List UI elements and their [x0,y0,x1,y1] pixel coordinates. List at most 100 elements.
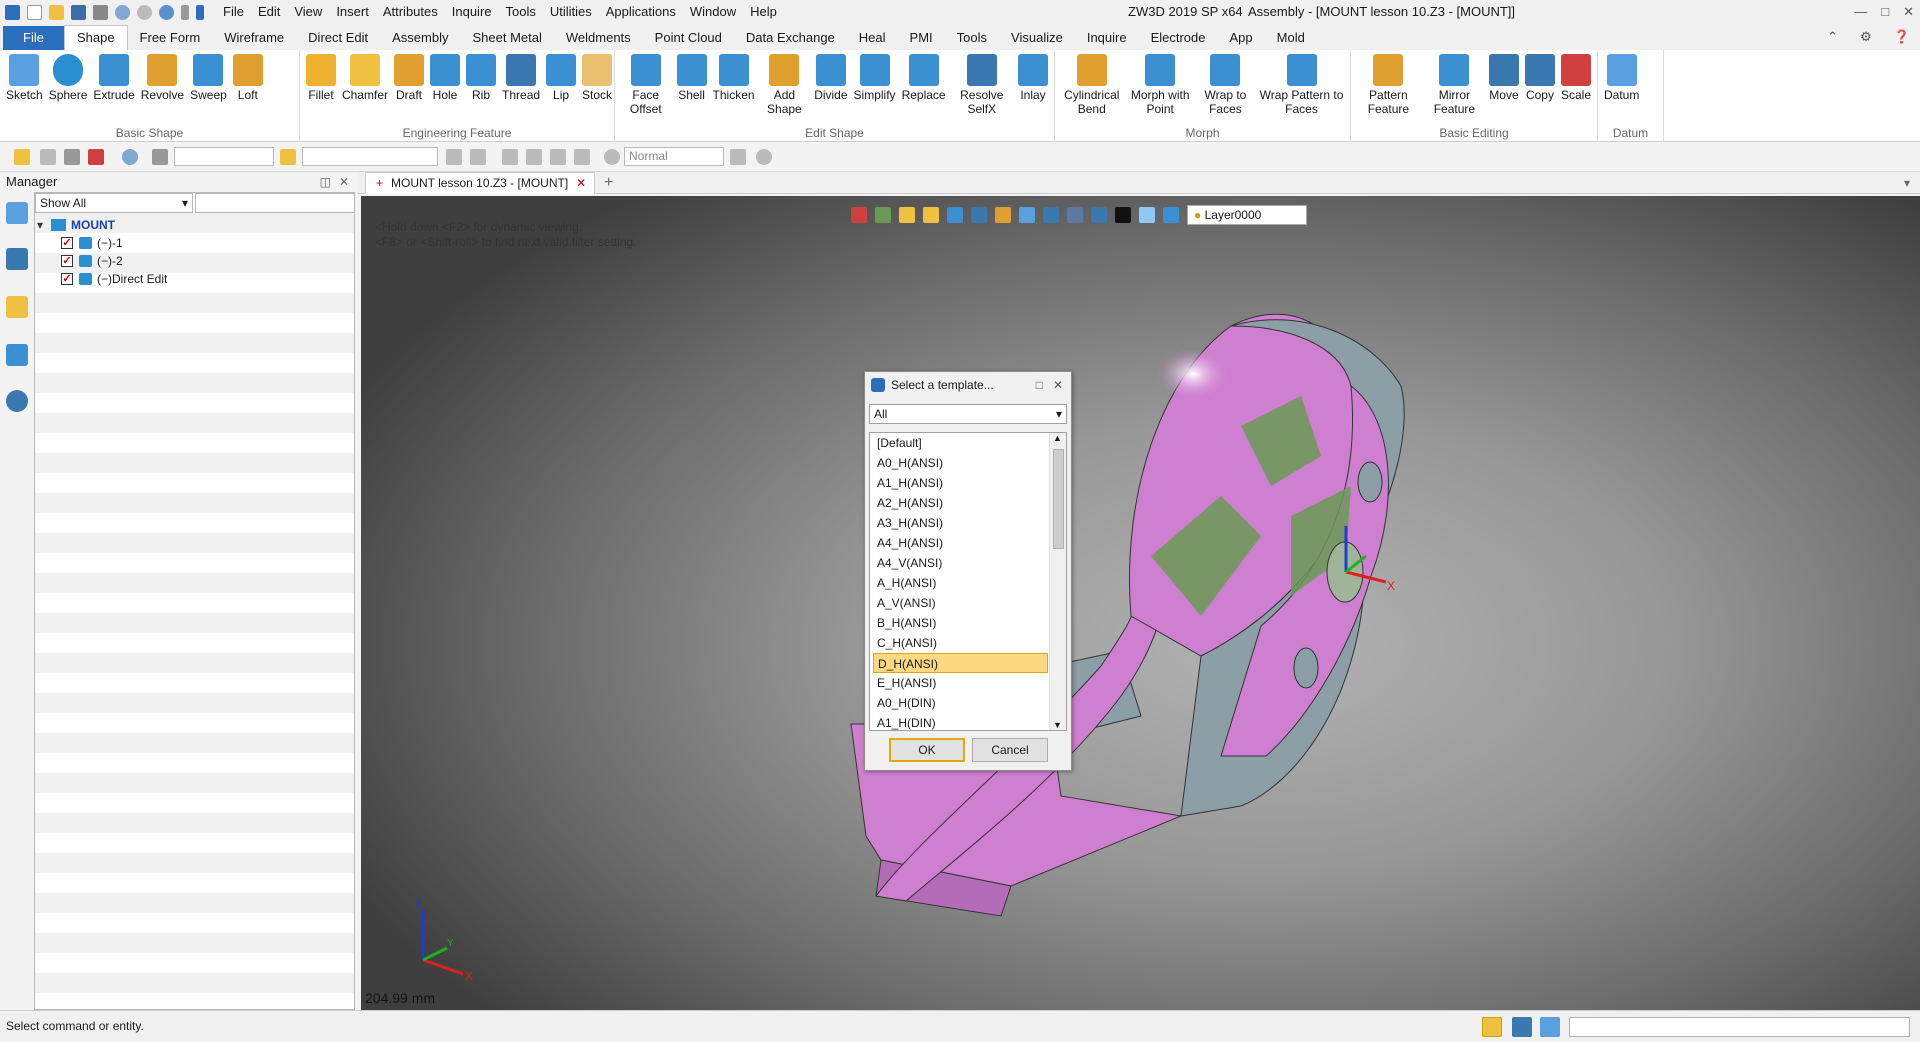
face-offset-button[interactable]: Face Offset [618,54,674,116]
minimize-button[interactable]: — [1854,0,1867,24]
tree-item-mount[interactable]: ▾ MOUNT [35,216,235,234]
wrap-pattern-to-faces-button[interactable]: Wrap Pattern to Faces [1256,54,1347,116]
snap3-icon[interactable] [550,149,566,165]
tab-visualize[interactable]: Visualize [999,26,1075,50]
collapse-ribbon-icon[interactable]: ⌃ [1827,24,1838,50]
menu-window[interactable]: Window [683,0,743,24]
template-list-scrollbar[interactable]: ▲ ▼ [1049,433,1066,730]
redo-icon[interactable] [137,4,152,20]
menu-insert[interactable]: Insert [329,0,376,24]
close-button[interactable]: ✕ [1903,0,1914,24]
close-tab-icon[interactable]: ✕ [576,173,586,194]
rib-button[interactable]: Rib [463,54,499,102]
document-tab[interactable]: + MOUNT lesson 10.Z3 - [MOUNT] ✕ [365,172,596,194]
tab-heal[interactable]: Heal [847,26,898,50]
back-icon[interactable] [196,4,204,20]
template-item[interactable]: [Default] [873,433,1048,453]
undo-icon[interactable] [115,4,130,20]
simplify-button[interactable]: Simplify [851,54,899,102]
lip-button[interactable]: Lip [543,54,579,102]
polygon-icon[interactable] [122,149,138,165]
assembly-tree-icon[interactable] [6,248,28,270]
pin-panel-icon[interactable]: ◫ [320,172,331,192]
user-icon[interactable] [6,390,28,412]
menu-utilities[interactable]: Utilities [543,0,599,24]
extrude-button[interactable]: Extrude [90,54,137,102]
scroll-down-icon[interactable]: ▼ [1053,720,1062,730]
resolve-selfx-button[interactable]: Resolve SelfX [949,54,1015,116]
tree-item-part-1[interactable]: ✓ (−)-1 [35,234,235,252]
close-panel-icon[interactable]: ✕ [339,172,349,192]
chamfer-button[interactable]: Chamfer [339,54,391,102]
divide-button[interactable]: Divide [811,54,850,102]
tab-free-form[interactable]: Free Form [128,26,213,50]
morph-with-point-button[interactable]: Morph with Point [1125,54,1194,116]
distribute-icon[interactable] [470,149,486,165]
refresh-icon[interactable] [159,4,174,20]
tab-electrode[interactable]: Electrode [1139,26,1218,50]
template-item[interactable]: B_H(ANSI) [873,613,1048,633]
menu-file[interactable]: File [216,0,251,24]
menu-view[interactable]: View [287,0,329,24]
scroll-thumb[interactable] [1053,449,1064,549]
tab-menu-chevron-icon[interactable]: ▾ [1904,172,1910,194]
maximize-button[interactable]: □ [1881,0,1889,24]
template-item[interactable]: A4_V(ANSI) [873,553,1048,573]
template-item[interactable]: A2_H(ANSI) [873,493,1048,513]
template-item[interactable]: C_H(ANSI) [873,633,1048,653]
template-category-select[interactable]: All ▾ [869,404,1067,424]
tab-wireframe[interactable]: Wireframe [212,26,296,50]
snap2-icon[interactable] [526,149,542,165]
selection-filter-icon[interactable] [280,149,296,165]
print-icon[interactable] [93,4,108,20]
part-icon[interactable] [6,296,28,318]
app-logo-icon[interactable] [5,4,20,20]
menu-applications[interactable]: Applications [599,0,683,24]
ok-button[interactable]: OK [889,738,965,762]
visibility-checkbox[interactable]: ✓ [61,255,73,267]
tab-weldments[interactable]: Weldments [554,26,643,50]
cursor-icon[interactable] [730,149,746,165]
move-button[interactable]: Move [1486,54,1522,102]
pin-icon[interactable] [40,149,56,165]
menu-attributes[interactable]: Attributes [376,0,445,24]
dialog-chat-icon[interactable]: □ [1036,372,1043,398]
status-mode-icon[interactable] [1482,1017,1502,1037]
sphere-button[interactable]: Sphere [46,54,91,102]
cancel-button[interactable]: Cancel [972,738,1048,762]
dialog-close-icon[interactable]: ✕ [1053,372,1063,398]
scale-button[interactable]: Scale [1558,54,1594,102]
fillet-button[interactable]: Fillet [303,54,339,102]
snap-icon[interactable] [502,149,518,165]
wrap-to-faces-button[interactable]: Wrap to Faces [1195,54,1256,116]
thread-button[interactable]: Thread [499,54,543,102]
template-item[interactable]: A_H(ANSI) [873,573,1048,593]
add-shape-button[interactable]: Add Shape [758,54,812,116]
open-icon[interactable] [49,4,64,20]
tab-shape[interactable]: Shape [63,25,128,50]
template-item[interactable]: A0_H(DIN) [873,693,1048,713]
tab-point-cloud[interactable]: Point Cloud [643,26,734,50]
filter-combo-1[interactable] [174,147,274,166]
gear-icon[interactable] [604,149,620,165]
template-item[interactable]: A4_H(ANSI) [873,533,1048,553]
tab-data-exchange[interactable]: Data Exchange [734,26,847,50]
replace-button[interactable]: Replace [899,54,949,102]
command-input[interactable] [1569,1017,1910,1037]
grid-icon[interactable] [88,149,104,165]
tab-app[interactable]: App [1218,26,1265,50]
filter-combo-2[interactable] [302,147,438,166]
expand-chevron-icon[interactable]: ▾ [37,216,43,234]
render-mode-combo[interactable]: Normal [624,147,724,166]
menu-edit[interactable]: Edit [251,0,287,24]
template-item[interactable]: E_H(ANSI) [873,673,1048,693]
status-list-icon[interactable] [1540,1017,1560,1037]
new-icon[interactable] [27,4,42,20]
help-icon[interactable]: ❓ [1894,24,1910,50]
template-item-selected[interactable]: D_H(ANSI) [873,653,1048,673]
thicken-button[interactable]: Thicken [710,54,758,102]
template-item[interactable]: A_V(ANSI) [873,593,1048,613]
tab-sheet-metal[interactable]: Sheet Metal [461,26,554,50]
settings-icon[interactable]: ⚙ [1860,24,1872,50]
sweep-button[interactable]: Sweep [187,54,230,102]
